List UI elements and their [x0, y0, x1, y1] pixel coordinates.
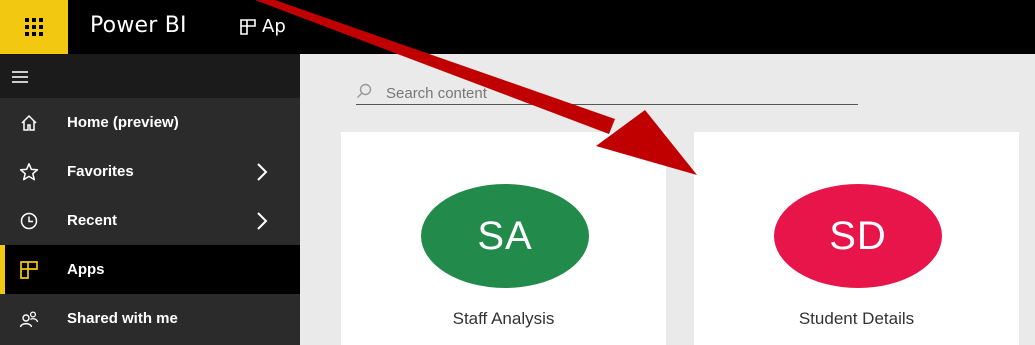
- search-box[interactable]: [356, 80, 858, 105]
- nav-item-apps[interactable]: Apps: [0, 245, 300, 294]
- search-icon: [357, 83, 372, 98]
- nav-item-label: Apps: [67, 261, 105, 278]
- search-input[interactable]: [384, 82, 848, 104]
- nav-item-shared[interactable]: Shared with me: [0, 294, 300, 343]
- hamburger-icon: [12, 71, 28, 86]
- app-card-staff-analysis[interactable]: SA Staff Analysis: [341, 132, 666, 345]
- top-bar: Power BI Ap: [0, 0, 1035, 54]
- nav-item-home[interactable]: Home (preview): [0, 98, 300, 147]
- clock-icon: [19, 211, 39, 231]
- active-indicator: [0, 245, 5, 294]
- app-name: Staff Analysis: [452, 309, 555, 328]
- apps-icon: [19, 260, 39, 280]
- app-avatar: SD: [774, 184, 942, 288]
- nav-toggle-button[interactable]: [0, 54, 300, 98]
- app-name: Student Details: [798, 309, 915, 328]
- chevron-right-icon[interactable]: [256, 212, 268, 230]
- shared-icon: [19, 309, 39, 329]
- breadcrumb-label: Ap: [262, 16, 286, 37]
- app-card-student-details[interactable]: SD Student Details: [694, 132, 1019, 345]
- app-launcher-button[interactable]: [0, 0, 68, 54]
- breadcrumb[interactable]: Ap: [240, 15, 286, 39]
- nav-item-favorites[interactable]: Favorites: [0, 147, 300, 196]
- star-icon: [19, 162, 39, 182]
- nav-item-label: Favorites: [67, 163, 134, 180]
- waffle-icon: [25, 18, 43, 36]
- nav-item-label: Recent: [67, 212, 118, 229]
- nav-item-label: Home (preview): [67, 114, 179, 131]
- home-icon: [19, 113, 39, 133]
- left-nav: Home (preview) Favorites Recent Apps Sha…: [0, 54, 300, 345]
- app-title[interactable]: Power BI: [90, 12, 187, 40]
- apps-icon: [240, 19, 256, 35]
- app-avatar: SA: [421, 184, 589, 288]
- nav-item-label: Shared with me: [67, 310, 178, 327]
- chevron-right-icon[interactable]: [256, 163, 268, 181]
- nav-item-recent[interactable]: Recent: [0, 196, 300, 245]
